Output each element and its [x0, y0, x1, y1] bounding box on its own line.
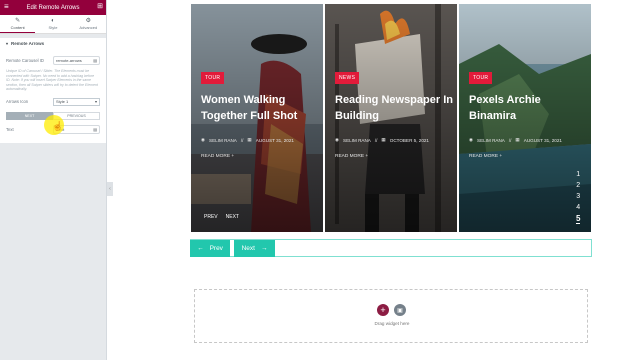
text-label: Text: [6, 126, 14, 132]
hamburger-icon[interactable]: ≡: [4, 3, 9, 11]
section-toggle-remote-arrows[interactable]: ▾ Remote Arrows: [0, 38, 106, 48]
pagination-item[interactable]: 1: [576, 170, 580, 179]
slider-pagination: 1 2 3 4 5: [576, 170, 581, 224]
author-icon: ◉: [469, 137, 474, 142]
slide-card[interactable]: TOUR Women Walking Together Full Shot ◉ …: [191, 4, 323, 232]
post-meta: ◉ SELIM RANA // ▦ OCTOBER 5, 2021: [335, 137, 429, 143]
help-text: Unique ID of Carousel / Slider. The Elem…: [6, 69, 98, 92]
arrow-right-icon: →: [260, 245, 268, 252]
post-author[interactable]: SELIM RANA: [209, 138, 237, 143]
panel-header: ≡ Edit Remote Arrows ⊞: [0, 0, 106, 15]
prev-arrow-button[interactable]: ← Prev: [190, 240, 230, 257]
pagination-item[interactable]: 2: [576, 181, 580, 190]
read-more-label: READ MORE: [201, 154, 231, 159]
next-arrow-label: Next: [241, 245, 255, 252]
read-more-link[interactable]: READ MORE +: [335, 154, 368, 159]
pagination-item[interactable]: 4: [576, 203, 580, 212]
arrows-icon-select[interactable]: Style 1 ▾: [53, 97, 100, 106]
tab-content-label: Content: [10, 24, 25, 30]
post-carousel[interactable]: TOUR Women Walking Together Full Shot ◉ …: [191, 4, 592, 232]
arrow-left-icon: ←: [197, 245, 204, 252]
read-more-link[interactable]: READ MORE +: [469, 154, 502, 159]
post-title[interactable]: Pexels Archie Binamira: [469, 92, 587, 124]
calendar-icon: ▦: [247, 137, 252, 142]
read-more-link[interactable]: READ MORE +: [201, 154, 234, 159]
gear-icon: ⚙: [85, 18, 92, 24]
post-date: AUGUST 31, 2021: [523, 137, 562, 143]
carousel-id-label: Remote Carousel ID: [6, 58, 44, 63]
tab-advanced-label: Advanced: [79, 25, 98, 30]
editor-panel: ≡ Edit Remote Arrows ⊞ ✎ Content ◐ Style…: [0, 0, 107, 360]
read-more-label: READ MORE: [469, 154, 499, 159]
dynamic-tags-icon[interactable]: ▤: [93, 127, 97, 132]
post-author[interactable]: SELIM RANA: [477, 138, 505, 143]
tab-content[interactable]: ✎ Content: [0, 15, 36, 33]
tab-style-label: Style: [48, 25, 58, 30]
dropzone-text: Drag widget here: [374, 321, 410, 326]
template-library-button[interactable]: ▣: [394, 304, 406, 316]
meta-separator: //: [508, 137, 512, 143]
post-meta: ◉ SELIM RANA // ▦ AUGUST 31, 2021: [469, 137, 562, 143]
post-date: OCTOBER 5, 2021: [389, 137, 429, 143]
pagination-item-active[interactable]: 5: [576, 214, 581, 224]
post-author[interactable]: SELIM RANA: [343, 138, 371, 143]
add-section-button[interactable]: +: [377, 304, 389, 316]
mouse-pointer-icon: ☝: [52, 121, 64, 131]
carousel-id-input[interactable]: remote-arrows ▤: [53, 56, 100, 65]
dynamic-tags-icon[interactable]: ▤: [93, 58, 97, 63]
calendar-icon: ▦: [515, 137, 520, 142]
plus-icon: +: [231, 154, 235, 159]
prev-arrow-label: Prev: [209, 245, 223, 252]
carousel-id-value: remote-arrows: [56, 58, 82, 63]
read-more-label: READ MORE: [335, 154, 365, 159]
widget-dropzone[interactable]: [194, 289, 588, 343]
pencil-icon: ✎: [15, 17, 21, 24]
panel-tabs: ✎ Content ◐ Style ⚙ Advanced: [0, 15, 106, 34]
apps-grid-icon[interactable]: ⊞: [97, 3, 103, 11]
arrows-icon-label: Arrows Icon: [6, 99, 29, 105]
author-icon: ◉: [201, 137, 206, 142]
category-badge[interactable]: TOUR: [469, 72, 493, 84]
chevron-down-icon: ▾: [94, 99, 97, 105]
post-title[interactable]: Women Walking Together Full Shot: [201, 92, 319, 124]
author-icon: ◉: [335, 137, 340, 142]
slider-text-nav: PREV NEXT: [204, 214, 239, 220]
slide-card[interactable]: NEWS Reading Newspaper In Building ◉ SEL…: [325, 4, 457, 232]
category-badge[interactable]: NEWS: [335, 72, 360, 84]
tab-advanced[interactable]: ⚙ Advanced: [71, 15, 106, 33]
next-arrow-button[interactable]: Next →: [234, 240, 275, 257]
panel-title: Edit Remote Arrows: [26, 4, 80, 11]
pagination-item[interactable]: 3: [576, 192, 580, 201]
plus-icon: +: [499, 154, 503, 159]
section-title: Remote Arrows: [11, 40, 45, 46]
post-title[interactable]: Reading Newspaper In Building: [335, 92, 453, 124]
half-circle-icon: ◐: [51, 18, 55, 24]
category-badge[interactable]: TOUR: [201, 72, 225, 84]
calendar-icon: ▦: [381, 137, 386, 142]
tab-style[interactable]: ◐ Style: [35, 15, 70, 33]
arrows-icon-value: Style 1: [56, 99, 69, 105]
slide-card[interactable]: TOUR Pexels Archie Binamira ◉ SELIM RANA…: [459, 4, 591, 232]
plus-icon: +: [365, 154, 369, 159]
post-date: AUGUST 31, 2021: [255, 137, 294, 143]
slider-next-link[interactable]: NEXT: [226, 214, 239, 220]
slider-prev-link[interactable]: PREV: [204, 214, 218, 220]
meta-separator: //: [374, 137, 378, 143]
post-meta: ◉ SELIM RANA // ▦ AUGUST 31, 2021: [201, 137, 294, 143]
caret-down-icon: ▾: [6, 40, 9, 46]
meta-separator: //: [240, 137, 244, 143]
